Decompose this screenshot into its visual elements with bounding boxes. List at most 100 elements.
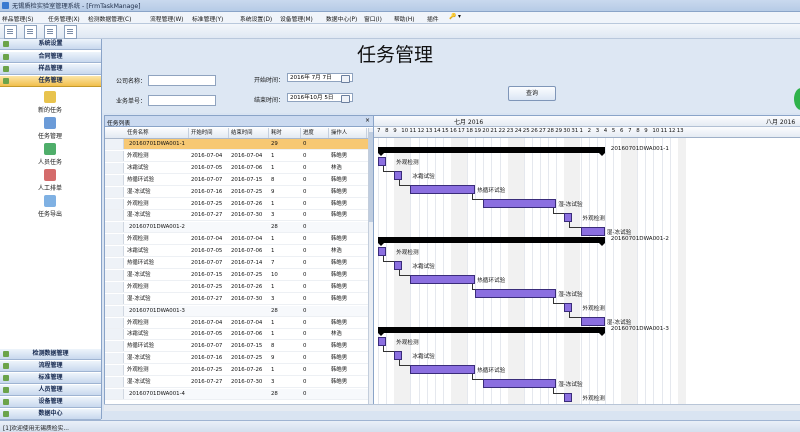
task-bar[interactable]	[378, 337, 387, 346]
close-icon[interactable]: ×	[365, 117, 370, 124]
row-indicator[interactable]	[105, 186, 124, 197]
task-bar[interactable]	[483, 199, 557, 208]
table-row[interactable]: 冰霜试验 2016-07-05 2016-07-06 1 0 林浩	[105, 162, 368, 174]
table-row[interactable]: 外观检测 2016-07-25 2016-07-26 1 0 韩皓男	[105, 198, 368, 210]
sidebar-item[interactable]: 人工排单	[30, 169, 70, 192]
table-row[interactable]: 冰霜试验 2016-07-05 2016-07-06 1 0 林浩	[105, 329, 368, 341]
row-indicator[interactable]	[105, 329, 124, 340]
row-indicator[interactable]	[105, 269, 124, 280]
task-bar[interactable]	[564, 303, 573, 312]
table-row[interactable]: 湿-冻试验 2016-07-27 2016-07-30 3 0 韩皓男	[105, 210, 368, 222]
menu-item[interactable]: 插件	[427, 14, 439, 23]
table-row[interactable]: 热循环试验 2016-07-07 2016-07-15 8 0 韩皓男	[105, 174, 368, 186]
menu-item[interactable]: 标准管理(Y)	[192, 14, 223, 23]
row-indicator[interactable]	[105, 341, 124, 352]
nav-group-header[interactable]: 样品管理	[0, 64, 101, 75]
nav-group-header[interactable]: 任务管理	[0, 76, 101, 87]
table-row[interactable]: 20160701DWA001-3 28 0	[105, 305, 368, 317]
column-header[interactable]: 进度	[301, 128, 329, 138]
menu-item[interactable]: 流程管理(W)	[150, 14, 183, 23]
nav-group-header[interactable]: 系统设置	[0, 39, 101, 50]
table-row[interactable]: 外观检测 2016-07-25 2016-07-26 1 0 韩皓男	[105, 365, 368, 377]
table-row[interactable]: 湿-冻试验 2016-07-27 2016-07-30 3 0 韩皓男	[105, 293, 368, 305]
table-row[interactable]: 20160701DWA001-2 28 0	[105, 222, 368, 234]
row-indicator[interactable]	[105, 162, 124, 173]
menu-item[interactable]: 检测数据管理(C)	[88, 14, 131, 23]
column-header[interactable]: 耗时	[269, 128, 301, 138]
order-number-input[interactable]	[148, 95, 216, 106]
table-row[interactable]: 外观检测 2016-07-04 2016-07-04 1 0 韩皓男	[105, 317, 368, 329]
row-indicator[interactable]	[105, 353, 124, 364]
table-row[interactable]: 湿-冻试验 2016-07-16 2016-07-25 9 0 韩皓男	[105, 186, 368, 198]
summary-bar[interactable]	[378, 237, 605, 246]
task-bar[interactable]	[394, 171, 403, 180]
task-bar[interactable]	[564, 213, 573, 222]
table-row[interactable]: 20160701DWA001-4 28 0	[105, 388, 368, 400]
table-row[interactable]: 湿-冻试验 2016-07-15 2016-07-25 10 0 韩皓男	[105, 269, 368, 281]
row-indicator[interactable]	[105, 258, 124, 268]
row-indicator[interactable]	[105, 246, 124, 257]
horizontal-scrollbar[interactable]	[104, 404, 800, 411]
table-row[interactable]: 冰霜试验 2016-07-05 2016-07-06 1 0 林浩	[105, 246, 368, 258]
row-indicator[interactable]	[105, 150, 124, 161]
calendar-icon[interactable]	[341, 95, 350, 103]
copy-document-icon[interactable]	[44, 25, 57, 39]
table-row[interactable]: 湿-冻试验 2016-07-27 2016-07-30 3 0 韩皓男	[105, 377, 368, 388]
menu-item[interactable]: 样品管理(S)	[2, 14, 33, 23]
nav-group-header[interactable]: 检测数据管理	[0, 349, 101, 360]
new-document-icon[interactable]	[4, 25, 17, 39]
table-row[interactable]: 热循环试验 2016-07-07 2016-07-14 7 0 韩皓男	[105, 258, 368, 269]
table-row[interactable]: 外观检测 2016-07-25 2016-07-26 1 0 韩皓男	[105, 281, 368, 293]
end-date-picker[interactable]: 2016年10月 5日	[287, 93, 353, 103]
table-row[interactable]: 热循环试验 2016-07-07 2016-07-15 8 0 韩皓男	[105, 341, 368, 353]
row-indicator[interactable]	[105, 210, 124, 221]
task-bar[interactable]	[580, 227, 605, 236]
sidebar-item[interactable]: 任务管理	[30, 117, 70, 140]
menu-item[interactable]: 数据中心(P)	[326, 14, 357, 23]
query-button[interactable]: 查询	[508, 86, 556, 101]
nav-group-header[interactable]: 标准管理	[0, 373, 101, 384]
row-indicator[interactable]	[105, 174, 124, 185]
row-indicator[interactable]	[105, 222, 124, 233]
row-indicator[interactable]	[105, 139, 124, 149]
task-bar[interactable]	[410, 275, 476, 284]
task-bar[interactable]	[378, 247, 387, 256]
menu-item[interactable]: 🔑 ▾	[449, 14, 461, 20]
task-bar[interactable]	[483, 379, 557, 388]
sidebar-item[interactable]: 人员任务	[30, 143, 70, 166]
table-row[interactable]: 外观检测 2016-07-04 2016-07-04 1 0 韩皓男	[105, 150, 368, 162]
table-row[interactable]: 湿-冻试验 2016-07-16 2016-07-25 9 0 韩皓男	[105, 353, 368, 365]
column-header[interactable]: 结束时间	[229, 128, 269, 138]
task-bar[interactable]	[410, 365, 476, 374]
task-bar[interactable]	[475, 289, 557, 298]
nav-group-header[interactable]: 人员管理	[0, 385, 101, 396]
nav-group-header[interactable]: 设备管理	[0, 397, 101, 408]
sidebar-item[interactable]: 新的任务	[30, 91, 70, 114]
summary-bar[interactable]	[378, 147, 605, 156]
task-bar[interactable]	[394, 261, 403, 270]
nav-group-header[interactable]: 合同管理	[0, 52, 101, 63]
table-row[interactable]: 外观检测 2016-07-04 2016-07-04 1 0 韩皓男	[105, 234, 368, 246]
task-bar[interactable]	[378, 157, 387, 166]
edit-document-icon[interactable]	[24, 25, 37, 39]
start-date-picker[interactable]: 2016年 7月 7日	[287, 73, 353, 83]
column-header[interactable]: 操作人	[329, 128, 367, 138]
menu-item[interactable]: 设备管理(M)	[280, 14, 313, 23]
menu-item[interactable]: 窗口(I)	[364, 14, 382, 23]
task-bar[interactable]	[564, 393, 573, 402]
menu-item[interactable]: 系统设置(D)	[240, 14, 272, 23]
row-indicator[interactable]	[105, 234, 124, 245]
row-indicator[interactable]	[105, 293, 124, 304]
menu-item[interactable]: 帮助(H)	[394, 14, 414, 23]
row-indicator[interactable]	[105, 388, 124, 399]
row-indicator[interactable]	[105, 198, 124, 209]
nav-group-header[interactable]: 流程管理	[0, 361, 101, 372]
company-input[interactable]	[148, 75, 216, 86]
summary-bar[interactable]	[378, 327, 605, 336]
row-indicator[interactable]	[105, 377, 124, 387]
row-indicator[interactable]	[105, 317, 124, 328]
row-indicator[interactable]	[105, 281, 124, 292]
row-indicator[interactable]	[105, 305, 124, 316]
column-header[interactable]: 开始时间	[189, 128, 229, 138]
table-row[interactable]: 20160701DWA001-1 29 0	[105, 139, 368, 150]
